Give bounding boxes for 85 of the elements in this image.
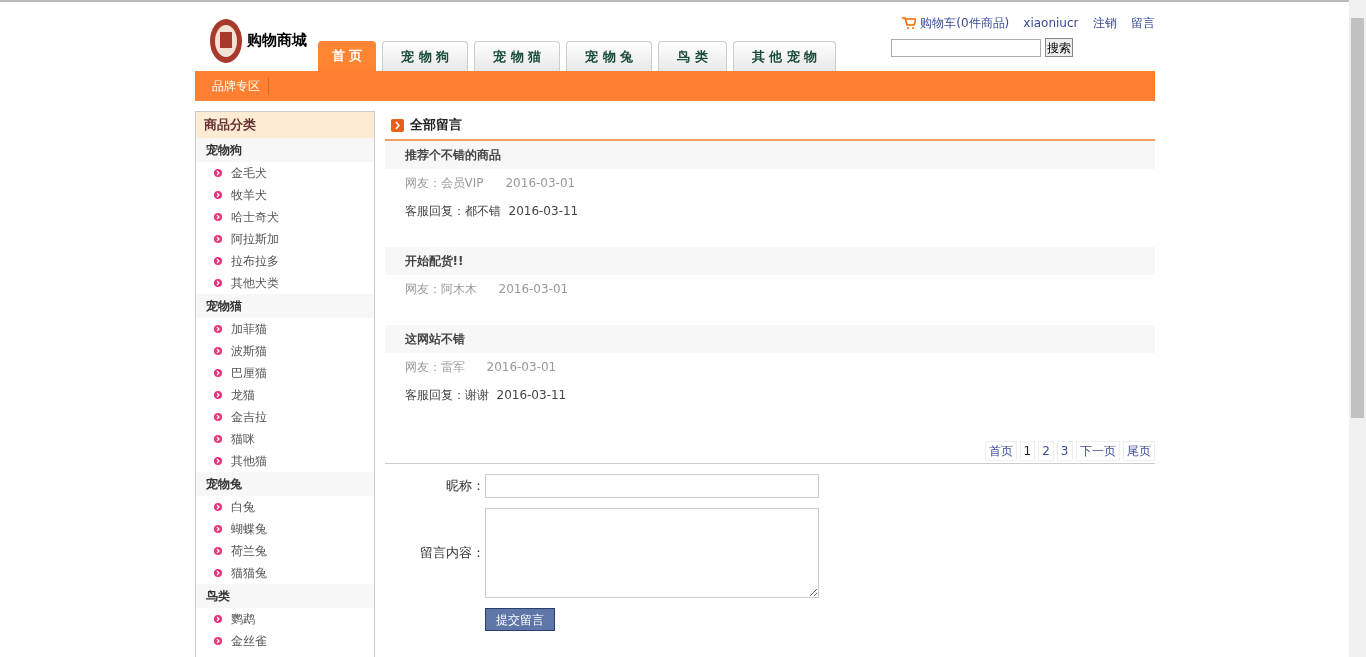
category-link[interactable]: 金丝雀 [230,632,267,650]
category-link[interactable]: 金吉拉 [230,408,267,426]
content-textarea[interactable] [484,508,819,598]
chevron-bullet-icon [213,637,222,645]
category-group[interactable]: 宠物狗 [195,138,374,162]
chevron-bullet-icon [213,547,222,555]
category-link[interactable]: 白兔 [230,498,255,516]
header-link[interactable]: xiaoniucr [1023,14,1079,32]
message-date: 2016-03-01 [486,359,557,376]
message-subject: 这网站不错 [384,325,1155,353]
chevron-bullet-icon [213,391,222,399]
category-link[interactable]: 其他猫 [230,452,267,470]
reply-date: 2016-03-11 [496,387,567,404]
message-author: 网友：阿木木 [404,281,477,298]
category-link[interactable]: 其他犬类 [230,274,279,292]
category-title: 商品分类 [195,112,374,138]
chevron-bullet-icon [213,325,222,333]
category-link[interactable]: 蝴蝶兔 [230,520,267,538]
category-link[interactable]: 牧羊犬 [230,186,267,204]
category-group[interactable]: 宠物猫 [195,294,374,318]
message-date: 2016-03-01 [498,281,569,298]
scrollbar-thumb[interactable] [1351,18,1364,418]
category-group[interactable]: 鸟类 [195,584,374,608]
category-link[interactable]: 猫猫兔 [230,564,267,582]
nickname-label: 昵称： [444,477,485,496]
scrollbar[interactable] [1349,0,1366,657]
category-link[interactable]: 拉布拉多 [230,252,279,270]
nav-tab[interactable]: 宠 物 猫 [474,41,561,71]
chevron-square-icon [390,118,404,132]
page-link[interactable]: 首页 [984,441,1017,461]
reply-text: 客服回复：谢谢 [404,387,489,404]
category-link[interactable]: 鹦鹉 [230,610,255,628]
category-link[interactable]: 荷兰兔 [230,542,267,560]
section-title: 全部留言 [409,116,462,135]
nav-tab[interactable]: 其 他 宠 物 [732,41,837,71]
chevron-bullet-icon [213,279,222,287]
category-link[interactable]: 阿拉斯加 [230,230,279,248]
chevron-bullet-icon [213,235,222,243]
chevron-bullet-icon [213,369,222,377]
category-link[interactable]: 巴厘猫 [230,364,267,382]
header-link[interactable]: 注销 [1092,14,1117,32]
chevron-bullet-icon [213,213,222,221]
category-link[interactable]: 猫咪 [230,430,255,448]
page-link[interactable]: 1 [1019,441,1036,461]
logo-text: 购物商城 [246,30,307,52]
chevron-bullet-icon [213,525,222,533]
message-author: 网友：雷军 [404,359,465,376]
category-link[interactable]: 波斯猫 [230,342,267,360]
header-link[interactable]: 留言 [1130,14,1155,32]
chevron-bullet-icon [213,257,222,265]
chevron-bullet-icon [213,503,222,511]
content-label: 留言内容： [418,544,485,563]
chevron-bullet-icon [213,569,222,577]
chevron-bullet-icon [213,413,222,421]
chevron-bullet-icon [213,191,222,199]
category-link[interactable]: 哈士奇犬 [230,208,279,226]
page-link[interactable]: 尾页 [1122,441,1155,461]
message-author: 网友：会员VIP [404,175,484,192]
category-link[interactable]: 龙猫 [230,386,255,404]
search-field[interactable] [890,38,1041,57]
page-link[interactable]: 3 [1056,441,1073,461]
cart-link[interactable]: 购物车(0件商品) [920,14,1010,32]
message-subject: 推荐个不错的商品 [384,141,1155,169]
message-subject: 开始配货!! [384,247,1155,275]
chevron-bullet-icon [213,435,222,443]
reply-date: 2016-03-11 [508,203,579,220]
nickname-field[interactable] [484,474,819,498]
chevron-bullet-icon [213,169,222,177]
chevron-bullet-icon [213,457,222,465]
cart-icon [902,17,917,29]
nav-tab[interactable]: 宠 物 狗 [382,41,469,71]
page-link[interactable]: 下一页 [1075,441,1120,461]
category-link[interactable]: 加菲猫 [230,320,267,338]
nav-tab[interactable]: 宠 物 兔 [566,41,653,71]
reply-text: 客服回复：都不错 [404,203,501,220]
search-button[interactable]: 搜索 [1044,38,1073,57]
message-date: 2016-03-01 [505,175,576,192]
category-group[interactable]: 宠物兔 [195,472,374,496]
chevron-bullet-icon [213,347,222,355]
page-link[interactable]: 2 [1038,441,1054,461]
seal-logo-icon [208,17,243,64]
category-link[interactable]: 金毛犬 [230,164,267,182]
nav-tab[interactable]: 鸟 类 [658,41,727,71]
submit-button[interactable]: 提交留言 [484,608,555,631]
chevron-bullet-icon [213,615,222,623]
